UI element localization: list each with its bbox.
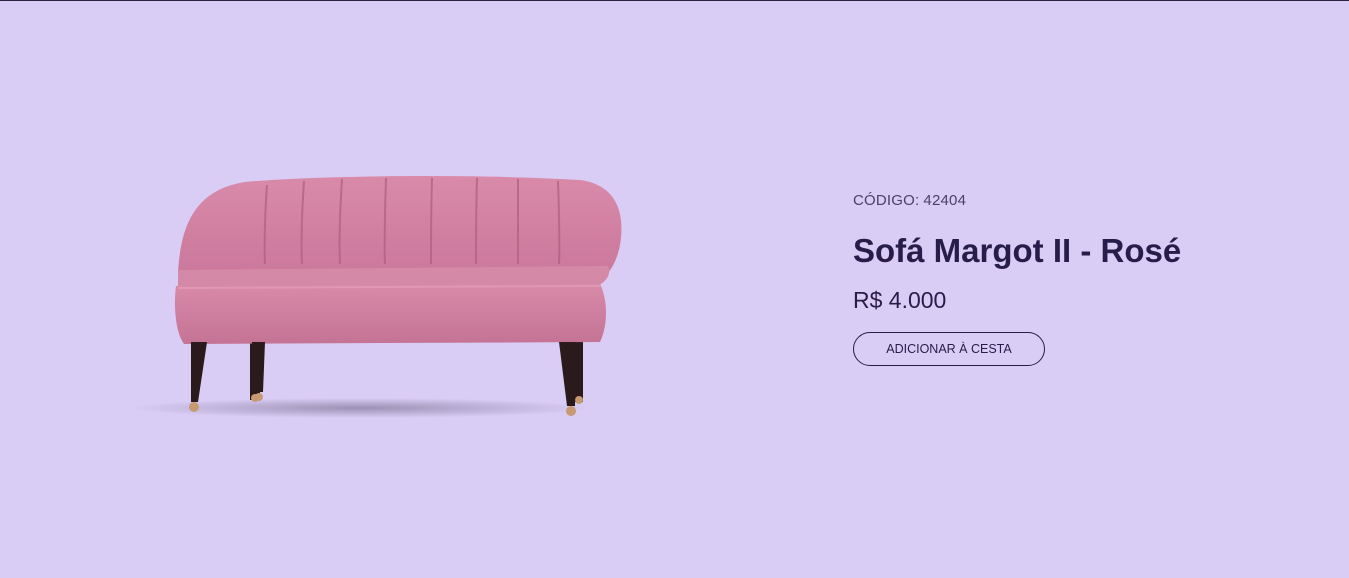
product-code-value: 42404 [923,192,967,209]
product-price: R$ 4.000 [853,287,947,313]
product-info: CÓDIGO: 42404 Sofá Margot II - Rosé R$ 4… [853,191,1313,366]
sofa-illustration [130,176,622,418]
top-divider [0,0,1349,1]
product-code-label: CÓDIGO: [853,192,920,209]
product-title: Sofá Margot II - Rosé [853,232,1182,269]
product-image [60,30,700,550]
product-code: CÓDIGO: 42404 [853,191,1313,211]
add-to-cart-button[interactable]: ADICIONAR À CESTA [853,332,1045,366]
